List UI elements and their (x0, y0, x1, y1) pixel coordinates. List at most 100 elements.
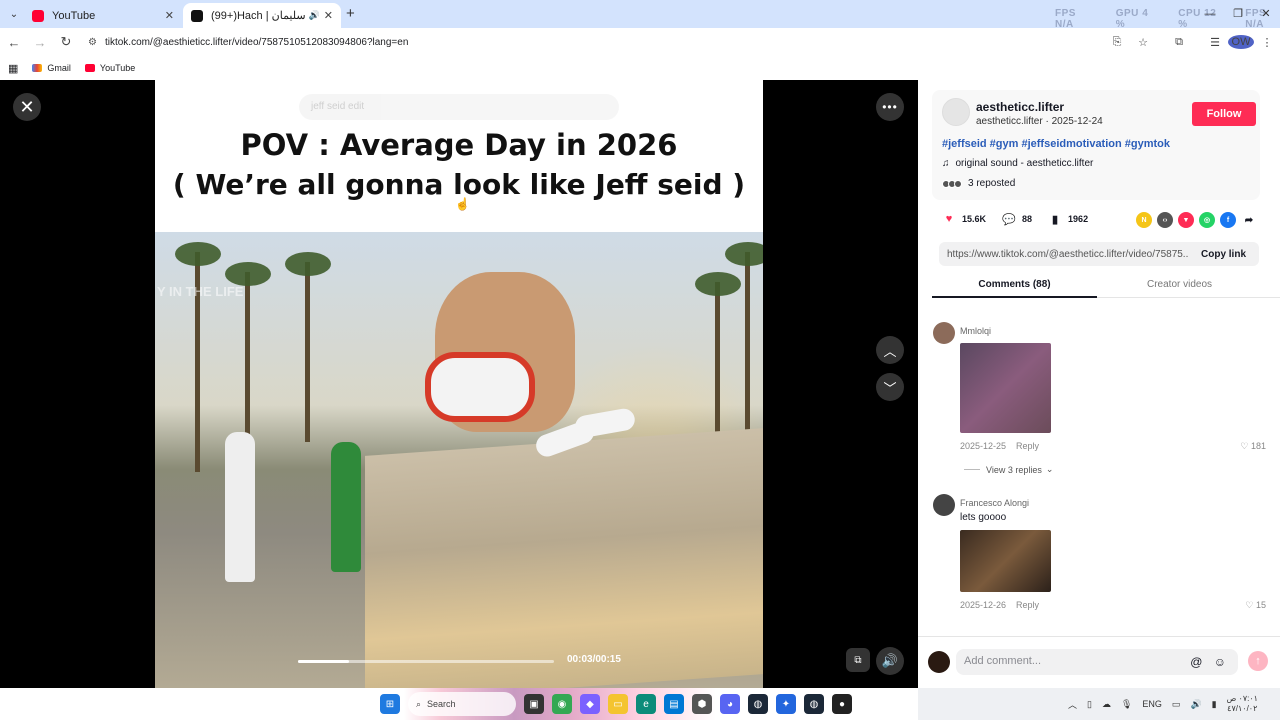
close-icon[interactable]: ✕ (324, 9, 333, 22)
microphone-icon[interactable]: 🎙 (1121, 699, 1132, 710)
fps-label: FPS (1055, 8, 1076, 19)
url-text[interactable]: tiktok.com/@aesthieticc.lifter/video/758… (105, 37, 408, 48)
avatar[interactable] (933, 494, 955, 516)
edge-icon[interactable]: e (636, 694, 656, 714)
site-info-icon[interactable]: ⚙ (88, 37, 97, 48)
taskbar-apps: ⊞ ⌕ Search ▣ ◉ ◆ ▭ e ▤ ⬢ ◕ ◍ ✦ ◍ ● (380, 692, 852, 716)
creator-avatar[interactable] (942, 98, 970, 126)
bookmark-gmail[interactable]: Gmail (32, 63, 71, 73)
reload-button[interactable]: ↻ (54, 34, 78, 50)
forward-button[interactable]: → (28, 35, 52, 50)
app-icon[interactable]: ◆ (580, 694, 600, 714)
app-icon[interactable]: ⬢ (692, 694, 712, 714)
comment-username[interactable]: Francesco Alongi (960, 498, 1029, 508)
close-video-button[interactable]: ✕ (13, 93, 41, 121)
reply-button[interactable]: Reply (1016, 441, 1039, 451)
minimize-button[interactable]: — (1196, 0, 1224, 28)
copy-link-button[interactable]: Copy link (1201, 249, 1246, 260)
share-arrow-icon[interactable]: ➦ (1241, 212, 1257, 228)
pip-button[interactable]: ⧉ (846, 648, 870, 672)
apps-icon[interactable]: ▦ (8, 62, 18, 75)
comment-image[interactable] (960, 530, 1051, 592)
maximize-button[interactable]: ❐ (1224, 0, 1252, 28)
music-note-icon: ♫ (942, 158, 950, 169)
comment-like[interactable]: ♡ 15 (1245, 600, 1266, 611)
reply-button[interactable]: Reply (1016, 600, 1039, 610)
tab-search-button[interactable]: ⌄ (4, 4, 24, 24)
profile-initials: OW (1228, 35, 1254, 49)
comment-username[interactable]: Mmlolqi (960, 326, 991, 336)
extensions-icon[interactable]: ⧉ (1166, 36, 1192, 49)
task-view-icon[interactable]: ▣ (524, 694, 544, 714)
video-progress-bar[interactable] (298, 660, 554, 663)
discord-icon[interactable]: ◕ (720, 694, 740, 714)
avatar (954, 179, 962, 188)
install-app-icon[interactable]: ⎘ (1104, 36, 1130, 49)
volume-button[interactable]: 🔊 (876, 647, 904, 675)
avatar[interactable] (933, 322, 955, 344)
creator-username[interactable]: aestheticc.lifter (976, 100, 1064, 114)
file-explorer-icon[interactable]: ▭ (608, 694, 628, 714)
video-progress-fill (298, 660, 350, 663)
view-replies-label: View 3 replies (986, 464, 1042, 475)
app-icon[interactable]: ✦ (776, 694, 796, 714)
network-icon[interactable]: ▭ (1172, 699, 1181, 710)
hashtags[interactable]: #jeffseid #gym #jeffseidmotivation #gymt… (942, 138, 1170, 150)
window-close-button[interactable]: ✕ (1252, 0, 1280, 28)
chevron-up-icon[interactable]: ︿ (1068, 698, 1077, 711)
video-link-text[interactable]: https://www.tiktok.com/@aestheticc.lifte… (939, 249, 1189, 260)
profile-avatar[interactable]: OW (1228, 35, 1254, 49)
speaker-icon[interactable]: 🔊 (309, 10, 320, 21)
tab-comments[interactable]: Comments (88) (932, 279, 1097, 298)
chrome-icon[interactable]: ◉ (552, 694, 572, 714)
whatsapp-icon[interactable]: ◎ (1199, 212, 1215, 228)
next-video-button[interactable]: ﹀ (876, 373, 904, 401)
app-icon[interactable]: ● (832, 694, 852, 714)
save-button[interactable]: ▮ 1962 (1048, 212, 1088, 226)
tray-app-icon[interactable]: ▯ (1087, 699, 1092, 710)
back-button[interactable]: ← (2, 35, 26, 50)
like-button[interactable]: ♥ 15.6K (942, 212, 986, 226)
sound-link[interactable]: ♫ original sound - aestheticc.lifter (942, 158, 1093, 169)
omnibox[interactable]: ⚙ tiktok.com/@aesthieticc.lifter/video/7… (80, 31, 1106, 53)
media-controls-icon[interactable]: ☰ (1202, 36, 1228, 49)
clock[interactable]: ٠٧:٠١ ص ٤٧/١٠/٠٢ (1227, 694, 1258, 714)
video-player[interactable]: jeff seid edit POV : Average Day in 2026… (155, 80, 763, 688)
reposted-row[interactable]: 3 reposted (942, 178, 1015, 189)
tab-creator-videos[interactable]: Creator videos (1097, 279, 1262, 290)
post-comment-button[interactable]: ↑ (1248, 651, 1268, 671)
comment-like-count: 15 (1255, 600, 1266, 610)
add-comment-input[interactable]: Add comment... @ ☺ (956, 649, 1238, 675)
details-panel: aestheticc.lifter aestheticc.lifter · 20… (918, 80, 1280, 688)
tab-youtube[interactable]: YouTube ✕ (24, 3, 182, 28)
steam-icon[interactable]: ◍ (804, 694, 824, 714)
store-icon[interactable]: ▤ (664, 694, 684, 714)
cloud-icon[interactable]: ☁ (1102, 699, 1111, 710)
comment-image[interactable] (960, 343, 1051, 433)
language-indicator[interactable]: ENG (1142, 699, 1162, 709)
sound-title: original sound - aestheticc.lifter (955, 158, 1094, 169)
bookmark-star-icon[interactable]: ☆ (1130, 36, 1156, 49)
battery-icon[interactable]: ▮ (1212, 699, 1217, 710)
comment-button[interactable]: 💬 88 (1002, 212, 1032, 226)
comment-like[interactable]: ♡ 181 (1240, 441, 1266, 452)
new-tab-button[interactable]: + (346, 5, 355, 22)
menu-icon[interactable]: ⋮ (1254, 36, 1280, 49)
taskbar-search[interactable]: ⌕ Search (408, 692, 516, 716)
mention-emoji-icons[interactable]: @ ☺ (1190, 655, 1230, 669)
view-replies-button[interactable]: View 3 replies ⌄ (964, 464, 1053, 475)
steam-icon[interactable]: ◍ (748, 694, 768, 714)
tab-tiktok[interactable]: (99+)Hach | سليمان (@hach 🔊 ✕ (183, 3, 341, 28)
windows-start-icon[interactable]: ⊞ (380, 694, 400, 714)
volume-icon[interactable]: 🔊 (1190, 699, 1201, 710)
repost-icon[interactable]: N (1136, 212, 1152, 228)
bookmark-youtube[interactable]: YouTube (84, 63, 135, 73)
close-icon[interactable]: ✕ (165, 9, 174, 22)
follow-button[interactable]: Follow (1192, 102, 1256, 126)
facebook-icon[interactable]: f (1220, 212, 1236, 228)
gpu-label: GPU (1115, 8, 1139, 19)
send-icon[interactable]: ▼ (1178, 212, 1194, 228)
previous-video-button[interactable]: ︿ (876, 336, 904, 364)
more-options-button[interactable]: ••• (876, 93, 904, 121)
embed-icon[interactable]: ‹› (1157, 212, 1173, 228)
